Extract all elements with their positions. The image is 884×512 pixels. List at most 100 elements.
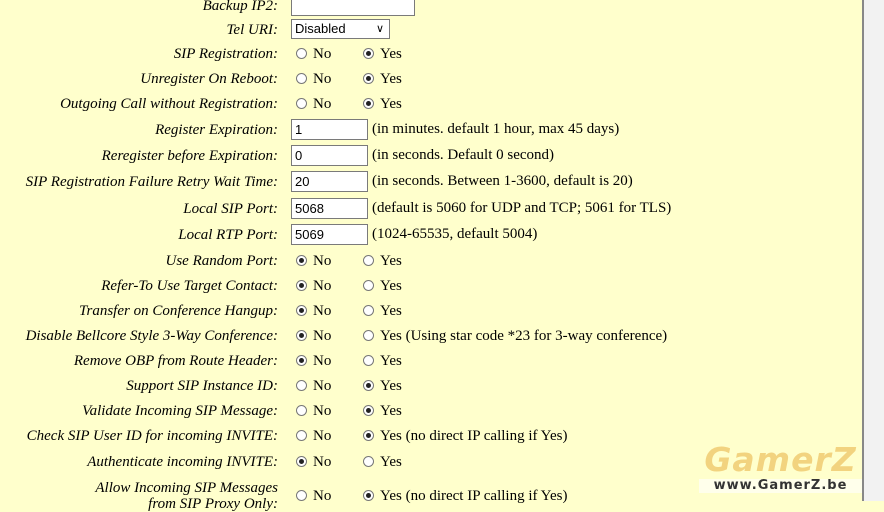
radio-label: No	[313, 46, 332, 62]
sip-registration-failure-retry-wait-time-control: 20 (in seconds. Between 1-3600, default i…	[291, 171, 633, 193]
radio-button[interactable]	[363, 73, 374, 84]
radio-label: Yes	[380, 378, 402, 394]
local-rtp-port-label: Local RTP Port:	[178, 227, 278, 243]
check-sip-user-id-for-incoming-invite-option-yes[interactable]: Yes (no direct IP calling if Yes)	[363, 428, 568, 445]
field-label-line2: from SIP Proxy Only:	[148, 496, 278, 512]
register-expiration-input[interactable]: 1	[291, 119, 368, 140]
backup-ip2-input[interactable]	[291, 0, 415, 16]
register-expiration-control: 1 (in minutes. default 1 hour, max 45 day…	[291, 119, 619, 141]
support-sip-instance-id-option-yes[interactable]: Yes	[363, 378, 402, 395]
radio-button[interactable]	[363, 305, 374, 316]
sip-registration-failure-retry-wait-time-input[interactable]: 20	[291, 171, 368, 192]
radio-label: No	[313, 428, 332, 444]
radio-button[interactable]	[296, 98, 307, 109]
local-sip-port-hint: (default is 5060 for UDP and TCP; 5061 f…	[372, 200, 672, 216]
side-panel	[864, 0, 884, 501]
radio-button[interactable]	[363, 255, 374, 266]
radio-button[interactable]	[296, 280, 307, 291]
unregister-on-reboot-option-no[interactable]: No	[296, 71, 331, 88]
sip-registration-label: SIP Registration:	[173, 46, 278, 62]
radio-button[interactable]	[363, 98, 374, 109]
tel-uri-select[interactable]: Disabled ∨	[291, 19, 390, 39]
sip-registration-failure-retry-wait-time-label: SIP Registration Failure Retry Wait Time…	[25, 174, 278, 190]
support-sip-instance-id-option-no[interactable]: No	[296, 378, 331, 395]
refer-to-use-target-contact-row: Refer-To Use Target Contact: No Yes	[0, 274, 862, 298]
radio-button[interactable]	[363, 355, 374, 366]
radio-button[interactable]	[296, 330, 307, 341]
radio-button[interactable]	[363, 48, 374, 59]
radio-button[interactable]	[296, 48, 307, 59]
radio-label: Yes	[380, 253, 402, 269]
support-sip-instance-id-row: Support SIP Instance ID: No Yes	[0, 374, 862, 398]
outgoing-call-without-registration-option-yes[interactable]: Yes	[363, 96, 402, 113]
local-sip-port-row: Local SIP Port: 5068 (default is 5060 for …	[0, 197, 862, 221]
radio-button[interactable]	[363, 405, 374, 416]
check-sip-user-id-for-incoming-invite-option-no[interactable]: No	[296, 428, 331, 445]
authenticate-incoming-invite-option-no[interactable]: No	[296, 454, 331, 471]
sip-registration-failure-retry-wait-time-hint: (in seconds. Between 1-3600, default is …	[372, 173, 633, 189]
radio-button[interactable]	[296, 456, 307, 467]
use-random-port-option-no[interactable]: No	[296, 253, 331, 270]
select-value: Disabled	[295, 21, 346, 36]
radio-label: Yes	[380, 454, 402, 470]
allow-incoming-sip-messages-from-sip-proxy-only-option-no[interactable]: No	[296, 488, 331, 505]
sip-registration-option-yes[interactable]: Yes	[363, 46, 402, 63]
radio-label: Yes	[380, 353, 402, 369]
local-sip-port-control: 5068 (default is 5060 for UDP and TCP; 50…	[291, 198, 671, 220]
remove-obp-from-route-header-option-no[interactable]: No	[296, 353, 331, 370]
radio-label: Yes	[380, 96, 402, 112]
reregister-before-expiration-input[interactable]: 0	[291, 145, 368, 166]
radio-button[interactable]	[296, 305, 307, 316]
radio-label: Yes	[380, 46, 402, 62]
authenticate-incoming-invite-option-yes[interactable]: Yes	[363, 454, 402, 471]
radio-button[interactable]	[296, 405, 307, 416]
transfer-on-conference-hangup-option-no[interactable]: No	[296, 303, 331, 320]
radio-button[interactable]	[363, 280, 374, 291]
outgoing-call-without-registration-row: Outgoing Call without Registration: No Yes	[0, 92, 862, 116]
radio-button[interactable]	[296, 355, 307, 366]
radio-label: Yes	[380, 71, 402, 87]
refer-to-use-target-contact-label: Refer-To Use Target Contact:	[101, 278, 278, 294]
allow-incoming-sip-messages-from-sip-proxy-only-label: Allow Incoming SIP Messages from SIP Prox…	[95, 480, 278, 512]
radio-label: No	[313, 488, 332, 504]
remove-obp-from-route-header-option-yes[interactable]: Yes	[363, 353, 402, 370]
refer-to-use-target-contact-option-yes[interactable]: Yes	[363, 278, 402, 295]
radio-label: Yes (Using star code *23 for 3-way confe…	[380, 328, 668, 344]
sip-registration-failure-retry-wait-time-row: SIP Registration Failure Retry Wait Time…	[0, 170, 862, 194]
refer-to-use-target-contact-option-no[interactable]: No	[296, 278, 331, 295]
local-sip-port-input[interactable]: 5068	[291, 198, 368, 219]
radio-button[interactable]	[363, 430, 374, 441]
unregister-on-reboot-option-yes[interactable]: Yes	[363, 71, 402, 88]
sip-registration-option-no[interactable]: No	[296, 46, 331, 63]
local-rtp-port-input[interactable]: 5069	[291, 224, 368, 245]
transfer-on-conference-hangup-option-yes[interactable]: Yes	[363, 303, 402, 320]
radio-label: Yes	[380, 278, 402, 294]
reregister-before-expiration-label: Reregister before Expiration:	[101, 148, 278, 164]
radio-button[interactable]	[296, 430, 307, 441]
radio-button[interactable]	[296, 490, 307, 501]
radio-button[interactable]	[296, 380, 307, 391]
local-rtp-port-control: 5069 (1024-65535, default 5004)	[291, 224, 537, 246]
disable-bellcore-style-3-way-conference-option-no[interactable]: No	[296, 328, 331, 345]
watermark-logo: GamerZ	[704, 440, 857, 479]
tel-uri-label: Tel URI:	[226, 22, 278, 38]
radio-button[interactable]	[296, 73, 307, 84]
radio-button[interactable]	[363, 330, 374, 341]
validate-incoming-sip-message-option-yes[interactable]: Yes	[363, 403, 402, 420]
validate-incoming-sip-message-option-no[interactable]: No	[296, 403, 331, 420]
disable-bellcore-style-3-way-conference-option-yes[interactable]: Yes (Using star code *23 for 3-way confe…	[363, 328, 667, 345]
use-random-port-option-yes[interactable]: Yes	[363, 253, 402, 270]
allow-incoming-sip-messages-from-sip-proxy-only-option-yes[interactable]: Yes (no direct IP calling if Yes)	[363, 488, 568, 505]
tel-uri-row: Tel URI: Disabled ∨	[0, 18, 862, 42]
radio-button[interactable]	[363, 456, 374, 467]
remove-obp-from-route-header-row: Remove OBP from Route Header: No Yes	[0, 349, 862, 373]
transfer-on-conference-hangup-row: Transfer on Conference Hangup: No Yes	[0, 299, 862, 323]
radio-button[interactable]	[363, 380, 374, 391]
radio-button[interactable]	[363, 490, 374, 501]
register-expiration-row: Register Expiration: 1 (in minutes. defaul…	[0, 118, 862, 142]
radio-label: No	[313, 71, 332, 87]
outgoing-call-without-registration-label: Outgoing Call without Registration:	[60, 96, 278, 112]
radio-button[interactable]	[296, 255, 307, 266]
local-rtp-port-row: Local RTP Port: 5069 (1024-65535, default …	[0, 223, 862, 247]
outgoing-call-without-registration-option-no[interactable]: No	[296, 96, 331, 113]
